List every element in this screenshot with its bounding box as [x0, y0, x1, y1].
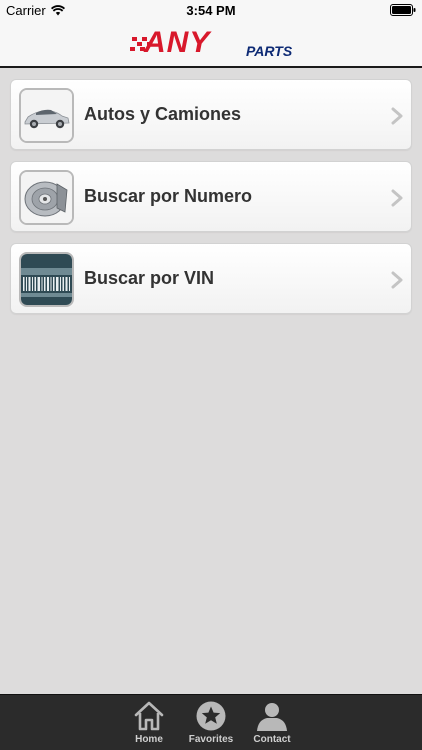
tab-label: Favorites — [188, 734, 234, 745]
logo-sub-text: PARTS — [246, 43, 293, 59]
tab-home[interactable]: Home — [119, 700, 179, 748]
menu-item-autos[interactable]: Autos y Camiones — [10, 79, 412, 150]
chevron-right-icon — [391, 271, 403, 289]
battery-icon — [390, 4, 416, 16]
anyparts-logo: ANY PARTS — [130, 26, 295, 61]
menu-item-buscar-vin[interactable]: Buscar por VIN — [10, 243, 412, 314]
tab-label: Home — [135, 734, 163, 745]
chevron-right-icon — [391, 189, 403, 207]
tab-favorites[interactable]: Favorites — [181, 700, 241, 748]
nav-bar: ANY PARTS — [0, 20, 422, 68]
menu-item-label: Autos y Camiones — [84, 104, 242, 124]
status-time: 3:54 PM — [186, 3, 236, 18]
menu-item-label: Buscar por VIN — [84, 268, 215, 288]
logo-main-text: ANY — [144, 26, 211, 59]
app-screen: Carrier 3:54 PM ANY PARTS Autos y Camion… — [0, 0, 422, 750]
menu-list: Autos y Camiones Buscar por Numero Busca… — [10, 79, 412, 325]
star-icon — [196, 701, 226, 731]
person-icon — [257, 703, 287, 731]
tab-bar: Home Favorites Contact — [0, 694, 422, 750]
status-bar: Carrier 3:54 PM — [0, 0, 422, 20]
home-icon — [134, 701, 164, 731]
menu-item-buscar-numero[interactable]: Buscar por Numero — [10, 161, 412, 232]
chevron-right-icon — [391, 107, 403, 125]
vin-barcode-icon — [19, 252, 74, 307]
tab-contact[interactable]: Contact — [242, 700, 302, 748]
brake-disc-icon — [19, 170, 74, 225]
menu-item-label: Buscar por Numero — [84, 186, 253, 206]
car-icon — [19, 88, 74, 143]
tab-label: Contact — [253, 734, 291, 745]
